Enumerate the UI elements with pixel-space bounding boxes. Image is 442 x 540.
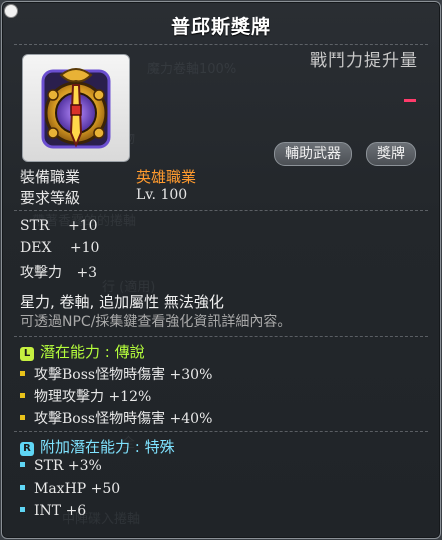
- potential-header: L 潛在能力 : 傳說: [20, 341, 145, 362]
- divider: [14, 431, 428, 432]
- additional-header-text: 附加潛在能力 : 特殊: [40, 438, 175, 456]
- enhance-restriction-text: 星力, 卷軸, 追加屬性 無法強化: [20, 293, 224, 311]
- bullet-icon: [20, 393, 25, 398]
- enhance-info-text: 可透過NPC/採集鍵查看強化資訊詳細內容。: [20, 314, 292, 330]
- potential-header-text: 潛在能力 : 傳說: [40, 343, 145, 361]
- item-icon-frame: [22, 54, 130, 162]
- stat-value: +3: [76, 265, 98, 281]
- job-value: 英雄職業: [136, 168, 197, 186]
- additional-line: INT +6: [20, 503, 86, 519]
- stat-name: STR: [20, 218, 50, 234]
- stat-row: 攻擊力 +3: [20, 262, 97, 282]
- power-increase-indicator: [404, 99, 416, 102]
- stat-name: 攻擊力: [20, 265, 62, 281]
- divider: [14, 210, 428, 211]
- stat-value: +10: [69, 240, 100, 256]
- bullet-icon: [20, 485, 25, 490]
- medal-emblem-icon: [41, 68, 111, 149]
- potential-line: 物理攻擊力 +12%: [20, 386, 151, 406]
- potential-line: 攻擊Boss怪物時傷害 +30%: [20, 364, 212, 384]
- rare-badge-icon: R: [20, 442, 34, 456]
- level-value: Lv. 100: [136, 187, 188, 203]
- job-label: 裝備職業: [20, 168, 81, 186]
- divider: [14, 336, 428, 337]
- tag-secondary-weapon: 輔助武器: [274, 142, 352, 166]
- level-label: 要求等級: [20, 189, 81, 207]
- bullet-icon: [20, 507, 25, 512]
- bullet-icon: [20, 371, 25, 376]
- additional-potential-header: R 附加潛在能力 : 特殊: [20, 436, 175, 457]
- divider: [14, 44, 428, 45]
- item-title: 普邱斯獎牌: [170, 16, 271, 38]
- stat-row: DEX +10: [20, 240, 99, 256]
- legendary-badge-icon: L: [20, 347, 34, 361]
- stat-row: STR +10: [20, 218, 97, 234]
- item-tooltip: 魔力卷軸100% 物 帶著香霧的的捲軸 行 (適用) 全 中陣碟入捲軸 普邱斯獎…: [1, 1, 441, 539]
- additional-line: STR +3%: [20, 458, 102, 474]
- tag-medal: 獎牌: [366, 142, 416, 166]
- additional-line: MaxHP +50: [20, 481, 120, 497]
- stat-name: DEX: [20, 240, 52, 256]
- stat-value: +10: [67, 218, 98, 234]
- ghost-text: 魔力卷軸100%: [147, 62, 237, 77]
- bullet-icon: [20, 415, 25, 420]
- potential-line: 攻擊Boss怪物時傷害 +40%: [20, 408, 212, 428]
- bullet-icon: [20, 462, 25, 467]
- power-increase-label: 戰鬥力提升量: [310, 51, 418, 71]
